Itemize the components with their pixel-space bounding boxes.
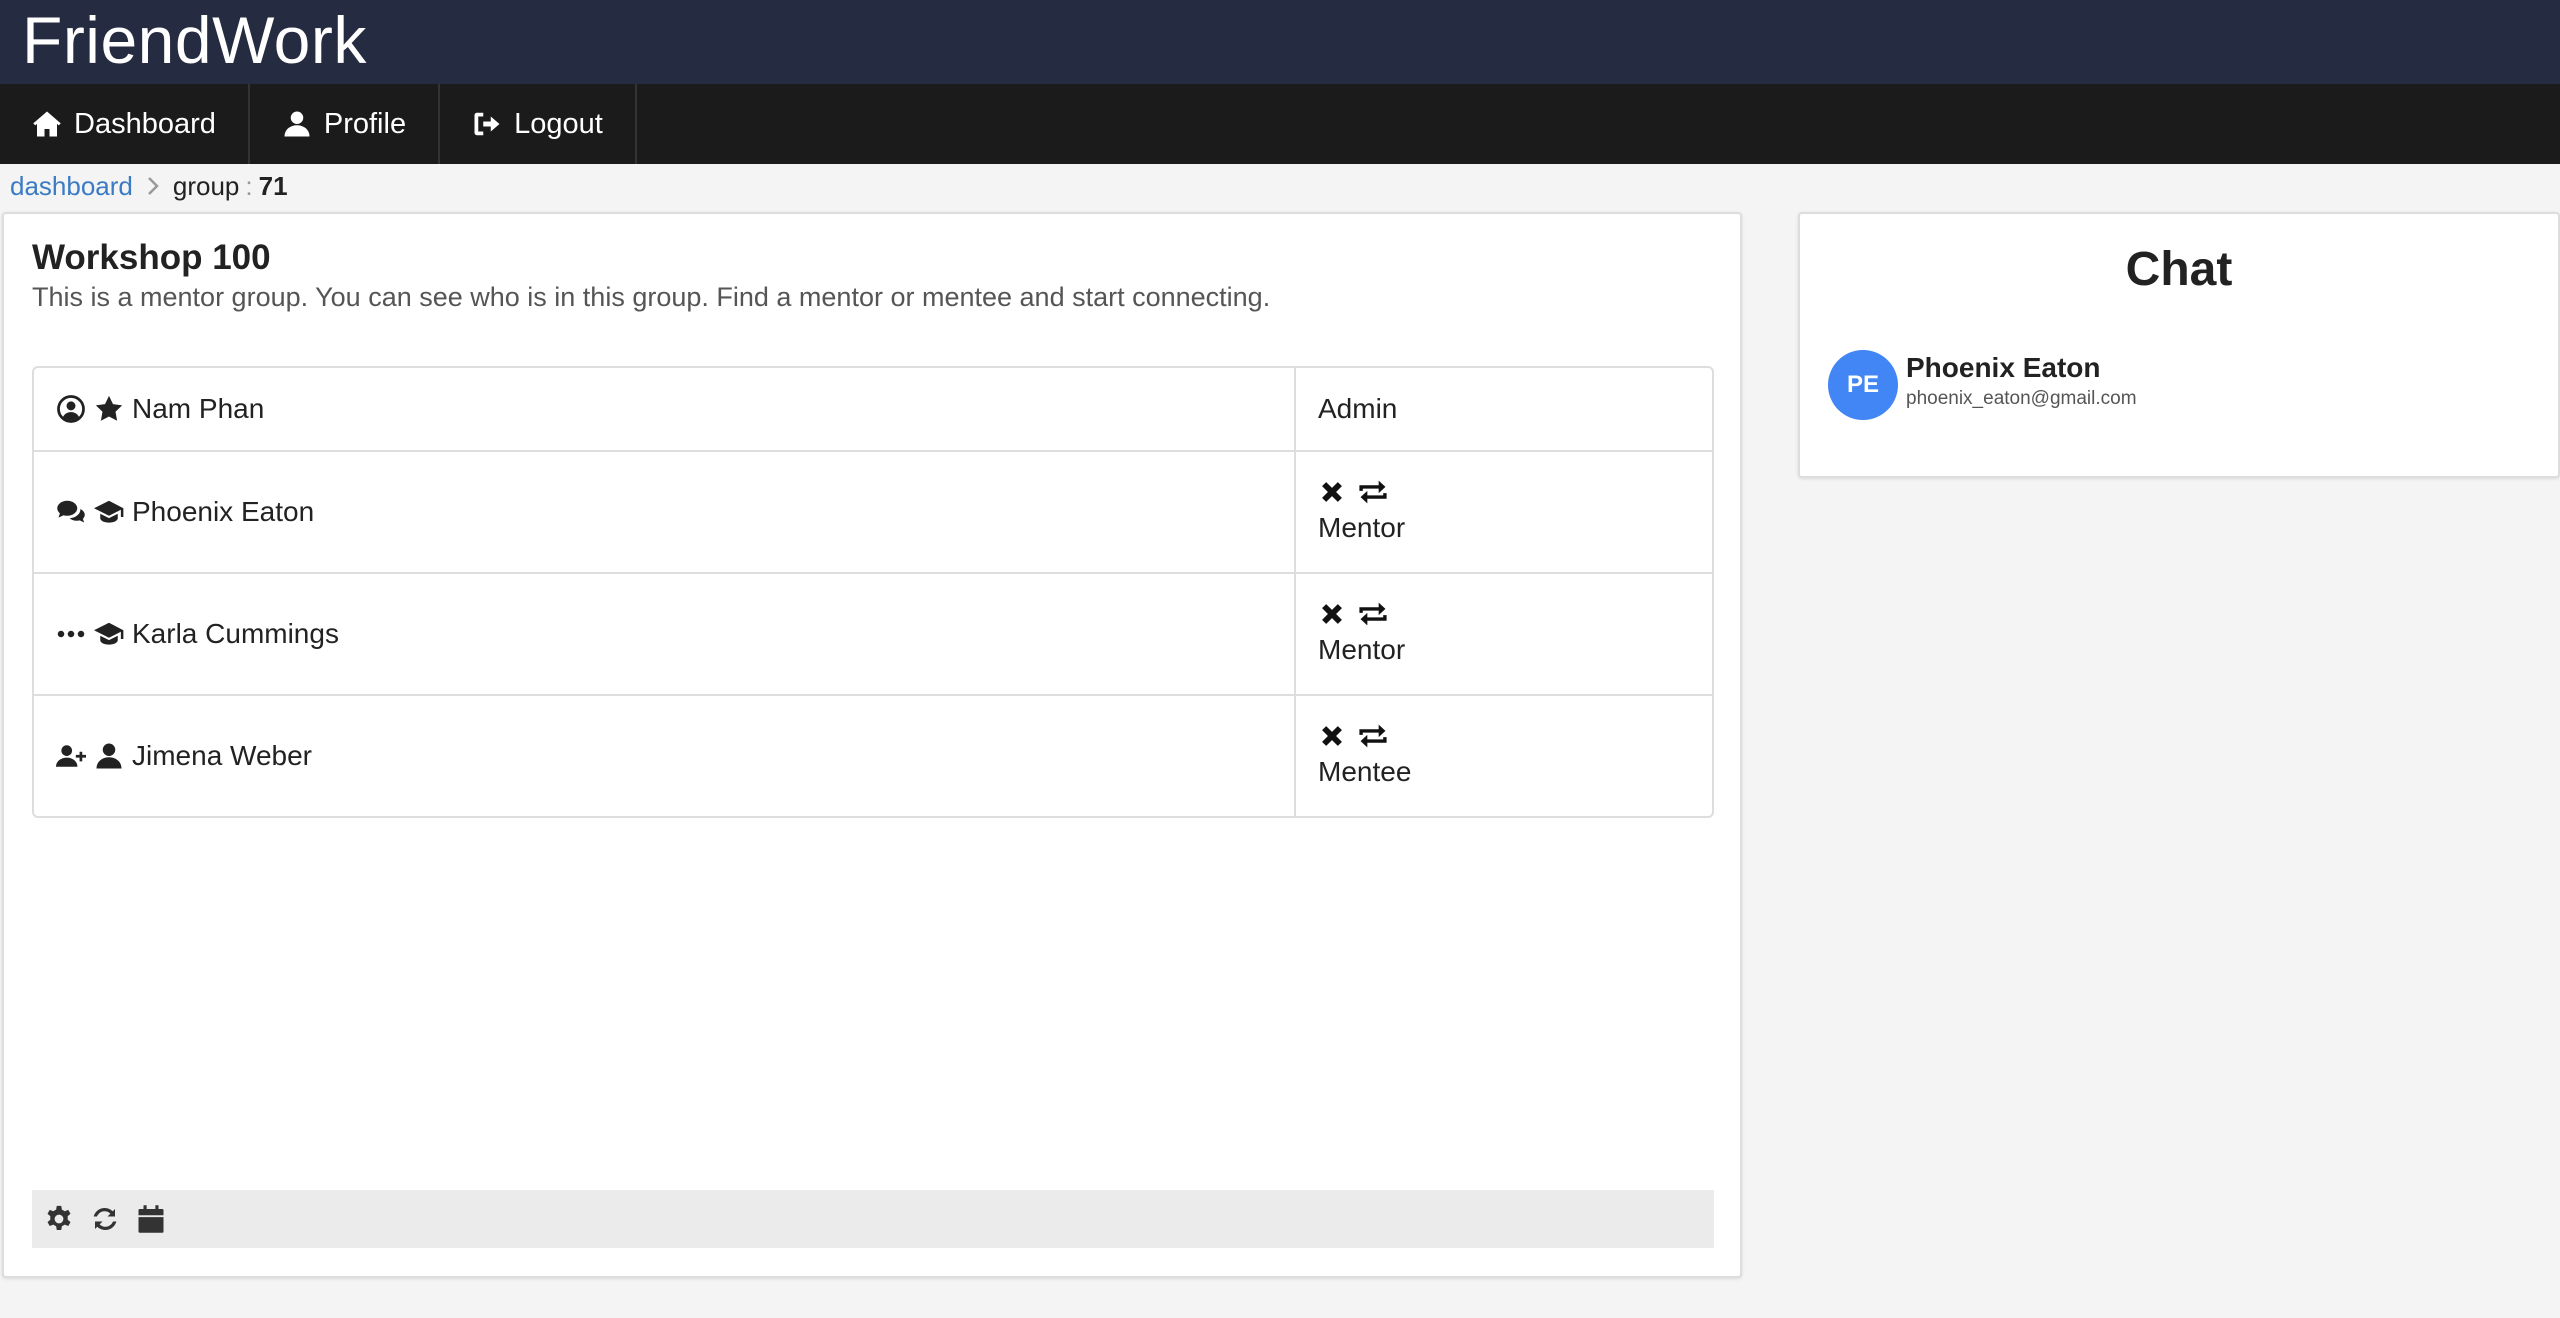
comments-icon[interactable] (56, 497, 86, 527)
top-bar: FriendWork (0, 0, 2560, 84)
nav-logout-label: Logout (514, 107, 603, 140)
app-brand[interactable]: FriendWork (22, 2, 367, 78)
chevron-right-icon (148, 177, 159, 195)
group-panel: Workshop 100 This is a mentor group. You… (2, 212, 1742, 1278)
member-role-cell: Admin (1296, 368, 1712, 450)
member-role: Mentee (1318, 756, 1412, 787)
nav-bar: Dashboard Profile Logout (0, 84, 2560, 164)
member-name[interactable]: Karla Cummings (132, 618, 339, 650)
group-description: This is a mentor group. You can see who … (32, 282, 1271, 312)
member-role: Mentor (1318, 512, 1406, 543)
breadcrumb-dashboard-link[interactable]: dashboard (10, 171, 133, 202)
member-name-cell: Phoenix Eaton (34, 452, 1296, 572)
chat-contact[interactable]: PE Phoenix Eaton phoenix_eaton@gmail.com (1828, 350, 2137, 420)
remove-icon[interactable] (1318, 722, 1346, 750)
members-table: Nam Phan Admin Phoenix Eaton Mentor Karl… (32, 366, 1714, 818)
member-name-cell: Nam Phan (34, 368, 1296, 450)
nav-dashboard-label: Dashboard (74, 107, 216, 140)
star-icon (95, 395, 123, 421)
member-role-cell: Mentor (1296, 574, 1712, 694)
member-name-cell: Karla Cummings (34, 574, 1296, 694)
contact-email: phoenix_eaton@gmail.com (1906, 388, 2137, 409)
member-role: Mentor (1318, 634, 1406, 665)
refresh-icon[interactable] (90, 1204, 120, 1234)
home-icon (33, 111, 61, 137)
gear-icon[interactable] (44, 1204, 74, 1234)
member-name[interactable]: Jimena Weber (132, 740, 312, 772)
breadcrumb: dashboard group : 71 (10, 166, 288, 206)
member-role-cell: Mentor (1296, 452, 1712, 572)
swap-icon[interactable] (1356, 478, 1390, 506)
table-row: Jimena Weber Mentee (34, 696, 1712, 816)
nav-logout[interactable]: Logout (440, 84, 637, 164)
graduation-cap-icon (94, 500, 124, 523)
user-circle-icon (57, 395, 85, 423)
sign-out-icon (474, 112, 500, 136)
member-name-cell: Jimena Weber (34, 696, 1296, 816)
nav-profile-label: Profile (323, 107, 407, 140)
nav-profile[interactable]: Profile (250, 84, 441, 164)
user-plus-icon[interactable] (56, 741, 86, 771)
contact-name: Phoenix Eaton (1906, 352, 2101, 383)
member-name[interactable]: Nam Phan (132, 393, 264, 425)
member-role-cell: Mentee (1296, 696, 1712, 816)
swap-icon[interactable] (1356, 600, 1390, 628)
graduation-cap-icon (94, 622, 124, 645)
contact-info: Phoenix Eaton phoenix_eaton@gmail.com (1906, 352, 2137, 410)
swap-icon[interactable] (1356, 722, 1390, 750)
table-row: Karla Cummings Mentor (34, 574, 1712, 696)
table-row: Nam Phan Admin (34, 368, 1712, 452)
table-row: Phoenix Eaton Mentor (34, 452, 1712, 574)
breadcrumb-separator: : (245, 170, 253, 201)
group-toolbar (32, 1190, 1714, 1248)
nav-dashboard[interactable]: Dashboard (0, 84, 250, 164)
chat-title: Chat (2125, 243, 2233, 296)
avatar: PE (1828, 350, 1898, 420)
ellipsis-icon[interactable] (56, 619, 86, 649)
chat-panel: Chat PE Phoenix Eaton phoenix_eaton@gmai… (1798, 212, 2560, 478)
remove-icon[interactable] (1318, 600, 1346, 628)
remove-icon[interactable] (1318, 478, 1346, 506)
member-name[interactable]: Phoenix Eaton (132, 496, 314, 528)
calendar-icon[interactable] (136, 1204, 166, 1234)
breadcrumb-current: group (172, 170, 240, 201)
member-role: Admin (1318, 393, 1398, 424)
user-icon (96, 743, 122, 769)
user-icon (284, 111, 310, 137)
breadcrumb-group-id: 71 (258, 170, 288, 201)
group-title: Workshop 100 (32, 238, 271, 277)
